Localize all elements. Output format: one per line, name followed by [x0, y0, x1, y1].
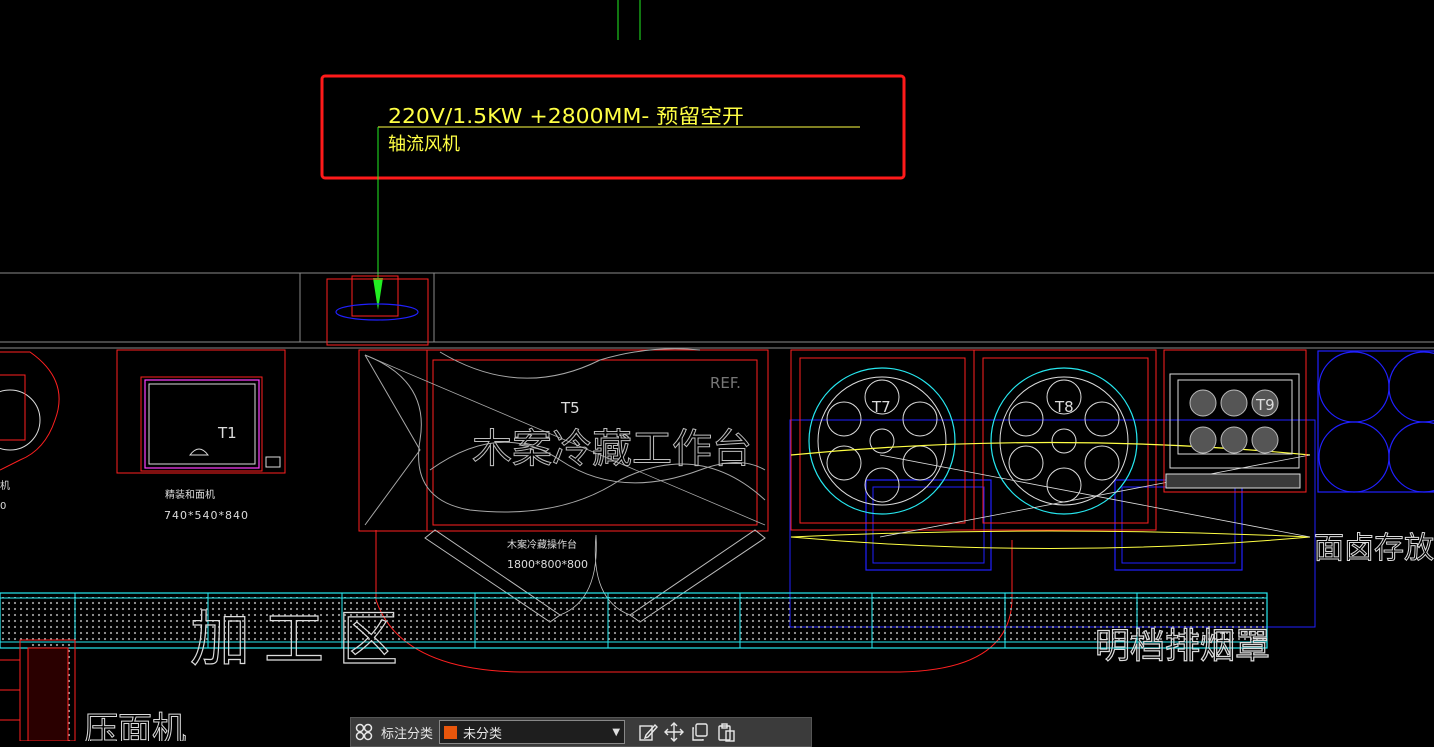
hood-blue-box — [1114, 479, 1243, 571]
hood-blue-box — [865, 479, 992, 571]
t7-tag: T7 — [871, 398, 891, 416]
hood-blue-box-inner — [1121, 486, 1236, 564]
yellow-lens-line — [790, 530, 1311, 549]
t5-tag: T5 — [560, 399, 580, 417]
brine-storage-label: 面卤存放 — [1314, 531, 1434, 566]
toolbar-label: 标注分类 — [381, 726, 434, 742]
press-machine-partial — [0, 639, 76, 741]
noodle-machine-label: 精装和面机 — [165, 488, 215, 501]
chevron-down-icon: ▼ — [612, 726, 621, 738]
copy-icon[interactable] — [687, 720, 713, 744]
edit-annotation-icon[interactable] — [635, 720, 661, 744]
cad-drawing-canvas[interactable]: 220V/1.5KW +2800MM- 预留空开 轴流风机 机 0 T1 精装和… — [0, 0, 1434, 741]
t7-inner-box — [799, 357, 966, 524]
left-partial-text-2: 0 — [0, 501, 6, 512]
blue-connector — [1270, 492, 1316, 628]
hood-blue-box-inner — [872, 486, 985, 564]
processing-area-label: 加工区 — [190, 605, 412, 675]
t1-screen — [148, 383, 256, 465]
category-icon[interactable] — [351, 720, 377, 744]
t9-outer-box[interactable] — [1163, 349, 1307, 493]
leader-arrow-icon — [373, 278, 383, 310]
t1-inner-box — [140, 376, 263, 472]
t1-small-icon — [265, 456, 281, 468]
t9-tag: T9 — [1255, 396, 1275, 414]
press-machine-label: 压面机 — [84, 710, 186, 741]
t8-inner-box — [982, 357, 1149, 524]
left-partial-detail — [0, 374, 26, 441]
brine-storage-pots — [1318, 351, 1434, 493]
cold-table-small-label: 木案冷藏操作台 — [507, 538, 577, 551]
move-icon[interactable] — [661, 720, 687, 744]
annotation-line-2[interactable]: 轴流风机 — [388, 134, 460, 155]
fan-ellipse — [335, 303, 419, 321]
left-partial-text-1: 机 — [0, 479, 10, 492]
t7-burner-rings — [817, 376, 947, 506]
paste-icon[interactable] — [713, 720, 739, 744]
annotation-toolbar: 标注分类 未分类 ▼ — [350, 717, 812, 747]
cold-table-big-label: 木案冷藏工作台 — [472, 426, 752, 472]
t1-tag: T1 — [217, 424, 237, 442]
t9-grate — [1165, 473, 1301, 489]
cold-table-size: 1800*800*800 — [507, 558, 588, 571]
t1-symbol-icon — [188, 448, 210, 456]
noodle-machine-size: 740*540*840 — [164, 509, 249, 522]
t8-tag: T8 — [1054, 398, 1074, 416]
left-partial-equipment — [0, 351, 60, 471]
category-select[interactable]: 未分类 ▼ — [439, 720, 626, 744]
t7-burner — [808, 367, 956, 515]
t8-burner-rings — [999, 376, 1129, 506]
ref-label: REF. — [710, 374, 741, 392]
annotation-line-1[interactable]: 220V/1.5KW +2800MM- 预留空开 — [388, 104, 744, 128]
left-partial-circle — [0, 389, 41, 451]
hood-label: 明档排烟罩 — [1095, 627, 1270, 667]
category-selected-value: 未分类 — [463, 726, 503, 742]
category-color-swatch — [444, 725, 458, 739]
